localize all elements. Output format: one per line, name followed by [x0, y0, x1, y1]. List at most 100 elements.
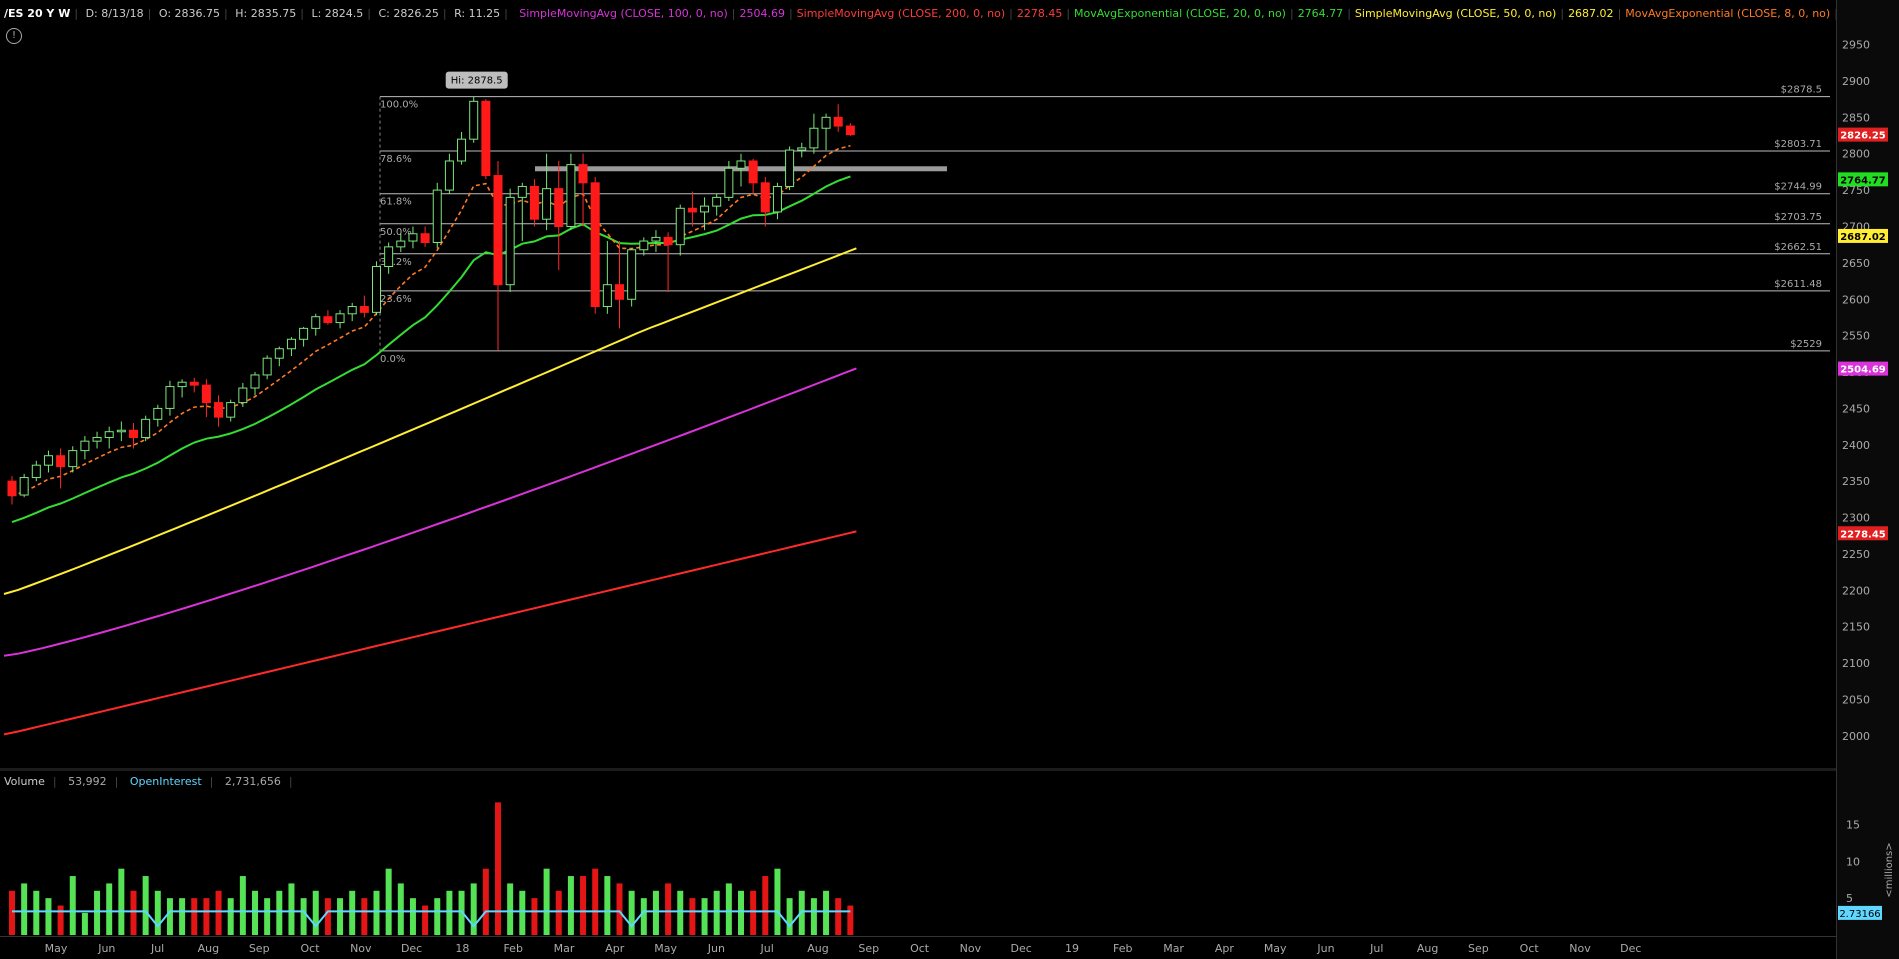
volume-bar: [203, 898, 210, 935]
candle: [675, 204, 685, 256]
time-tick-label: Sep: [249, 942, 270, 955]
time-tick-label: Jul: [150, 942, 164, 955]
candle-body-down: [833, 116, 843, 127]
volume-bar: [409, 898, 416, 935]
candle: [578, 153, 588, 227]
price-label: 2764.77: [1840, 175, 1886, 186]
time-tick-label: Sep: [858, 942, 879, 955]
candle: [384, 242, 394, 274]
volume-bar: [507, 883, 514, 935]
candle-body-down: [420, 233, 430, 243]
fib-pct-label: 50.0%: [380, 227, 412, 238]
time-tick-label: Nov: [960, 942, 982, 955]
time-tick-label: May: [45, 942, 68, 955]
volume-bar: [324, 898, 331, 935]
time-tick-label: May: [654, 942, 677, 955]
time-tick-label: Apr: [605, 942, 625, 955]
candle-body-up: [104, 431, 114, 439]
candle: [590, 177, 600, 314]
volume-bar: [652, 890, 659, 935]
time-tick-label: Jul: [760, 942, 774, 955]
candle-body-up: [177, 381, 187, 388]
candle-body-up: [602, 284, 612, 308]
candle: [19, 473, 29, 498]
candle-body-up: [517, 185, 527, 198]
volume-bar: [69, 876, 76, 935]
fib-price-label: $2803.71: [1774, 139, 1822, 150]
candle-body-up: [311, 316, 321, 329]
fib-pct-label: 0.0%: [380, 354, 405, 365]
volume-tick-label: 10: [1846, 855, 1860, 868]
candle: [505, 188, 515, 292]
time-tick-label: Dec: [1620, 942, 1641, 955]
candle: [323, 310, 333, 325]
candle: [821, 113, 831, 151]
candle-body-down: [760, 182, 770, 213]
candle-body-up: [639, 240, 649, 251]
volume-bar: [9, 890, 15, 935]
candle: [80, 436, 90, 460]
price-label: 2687.02: [1840, 232, 1886, 243]
candle-body-up: [444, 160, 454, 191]
volume-axis-label: <millions>: [1884, 842, 1895, 897]
price-tick-label: 2250: [1842, 548, 1870, 561]
ema8-line: [11, 144, 851, 497]
candle-body-up: [809, 127, 819, 149]
candle: [104, 426, 114, 449]
candle: [7, 476, 17, 505]
candle: [833, 104, 843, 132]
candle-body-up: [712, 196, 722, 207]
volume-bar: [725, 883, 732, 935]
candle: [262, 355, 272, 380]
candle-body-up: [92, 437, 102, 442]
volume-bar: [616, 883, 623, 935]
volume-bar: [45, 898, 52, 935]
candle-body-up: [724, 167, 734, 198]
volume-bar: [592, 868, 599, 935]
candle-body-up: [542, 188, 552, 220]
time-tick-label: Dec: [1011, 942, 1032, 955]
candle-body-up: [797, 147, 807, 151]
candle-body-up: [736, 160, 746, 169]
price-chart[interactable]: 2000 2050 2100 2150 2200 2250 2300 2350 2400 2450…: [0, 0, 1899, 959]
candle: [347, 302, 357, 322]
candle: [639, 237, 649, 256]
candle: [444, 153, 454, 194]
panel-separator: [0, 768, 1836, 771]
candle-body-down: [748, 160, 758, 184]
volume-bar: [689, 898, 696, 935]
candle-body-down: [129, 429, 138, 439]
candle: [141, 415, 151, 442]
candle-body-down: [323, 316, 333, 324]
volume-bar: [252, 890, 258, 935]
volume-bar: [604, 876, 611, 935]
candle: [809, 113, 819, 154]
candle: [845, 123, 855, 136]
time-tick-label: Mar: [1163, 942, 1184, 955]
candle: [785, 146, 795, 191]
candle: [250, 372, 260, 396]
candle: [226, 399, 236, 422]
volume-bar: [130, 890, 137, 935]
volume-bar: [750, 890, 757, 935]
candle: [712, 193, 722, 216]
price-tick-label: 2050: [1842, 694, 1870, 707]
fib-price-label: $2529: [1790, 339, 1822, 350]
candle-body-up: [469, 100, 479, 140]
candle: [359, 295, 369, 318]
price-tick-label: 2200: [1842, 584, 1870, 597]
candle: [189, 377, 199, 393]
volume-bar: [482, 868, 489, 935]
candle-body-up: [43, 455, 53, 466]
volume-bar: [531, 898, 538, 935]
fib-price-label: $2611.48: [1774, 279, 1822, 290]
price-tick-label: 2350: [1842, 475, 1870, 488]
time-tick-label: Sep: [1468, 942, 1489, 955]
volume-bar: [847, 905, 854, 935]
volume-bar: [215, 890, 222, 935]
volume-bar: [33, 890, 40, 935]
candle-body-up: [335, 313, 345, 324]
candle-body-up: [785, 149, 795, 187]
volume-bar: [628, 890, 635, 935]
candle: [748, 158, 758, 194]
